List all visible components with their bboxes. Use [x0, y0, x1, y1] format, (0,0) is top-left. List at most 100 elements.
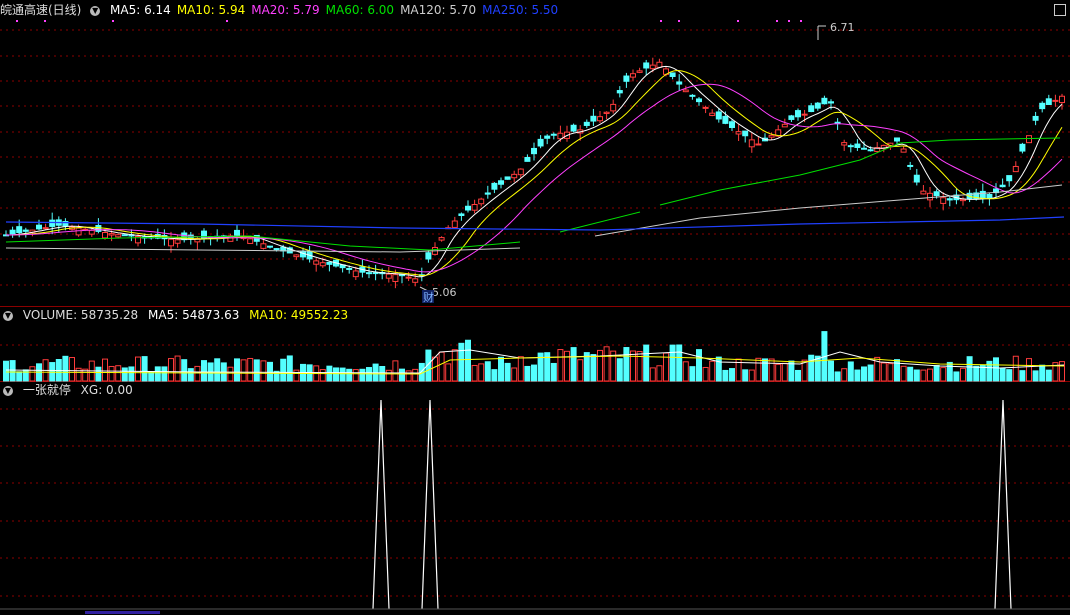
- volume-bar: [399, 368, 405, 382]
- candle-body: [181, 232, 188, 241]
- volume-bar: [590, 354, 597, 382]
- candle-body: [174, 239, 181, 244]
- indicator-legend: ▼ 一张就停 XG: 0.00: [0, 382, 139, 398]
- candle-body: [636, 70, 643, 73]
- volume-bar: [201, 360, 207, 382]
- candle-body: [326, 261, 333, 265]
- volume-bar: [352, 369, 359, 382]
- candle-body: [748, 139, 755, 148]
- volume-bar: [940, 367, 947, 382]
- ma-label-2: MA20: 5.79: [251, 3, 320, 17]
- low-annotation: 5.06: [432, 286, 457, 299]
- volume-bar: [742, 369, 749, 382]
- candle-body: [22, 229, 29, 232]
- indicator-menu-icon[interactable]: ▼: [3, 385, 13, 396]
- volume-bar: [907, 366, 914, 382]
- candle-body: [372, 272, 379, 275]
- low-marker-line: [419, 286, 431, 293]
- volume-bar: [392, 360, 399, 382]
- volume-bar: [517, 356, 524, 382]
- price-legend: 皖通高速(日线) ▼ MA5: 6.14 MA10: 5.94 MA20: 5.79…: [0, 2, 570, 18]
- volume-bar: [498, 356, 504, 382]
- xg-spike: [372, 399, 390, 610]
- volume-bar: [22, 369, 29, 382]
- candle-body: [346, 267, 353, 270]
- volume-ma5: MA5: 54873.63: [148, 308, 240, 322]
- volume-bar: [583, 352, 590, 382]
- candle-body: [498, 180, 504, 185]
- volume-bar: [577, 359, 584, 382]
- volume-bar: [220, 362, 227, 382]
- volume-bar: [603, 346, 610, 382]
- volume-ma10: MA10: 49552.23: [249, 308, 349, 322]
- volume-bar: [768, 358, 775, 382]
- volume-bar: [333, 367, 339, 382]
- candle-body: [722, 115, 729, 124]
- volume-bar: [656, 365, 663, 382]
- volume-bar: [715, 356, 722, 382]
- volume-bar: [1045, 369, 1052, 382]
- volume-bar: [643, 344, 650, 382]
- candle-body: [788, 115, 795, 120]
- candle-body: [709, 112, 716, 116]
- volume-bar: [920, 369, 927, 382]
- candle-body: [286, 247, 293, 254]
- candle-body: [597, 116, 603, 122]
- candle-body: [663, 68, 669, 75]
- volume-bar: [1026, 358, 1032, 382]
- volume-bar: [478, 363, 485, 382]
- volume-bar: [75, 367, 82, 382]
- signal-dot: [16, 20, 18, 22]
- candle-body: [102, 232, 108, 239]
- candle-body: [768, 134, 775, 138]
- candle-body: [392, 274, 399, 283]
- finance-marker-box: [422, 290, 434, 303]
- volume-bar: [828, 360, 834, 382]
- candle-body: [940, 197, 947, 204]
- ma5-line: [5, 65, 1063, 278]
- volume-bar: [649, 367, 656, 382]
- candle-body: [247, 238, 254, 244]
- volume-ma10-line: [5, 355, 1065, 375]
- candle-body: [458, 213, 465, 217]
- stock-title: 皖通高速(日线): [0, 3, 82, 17]
- volume-bar: [616, 358, 623, 382]
- volume-bar: [1039, 364, 1046, 382]
- volume-indicator-divider: [0, 381, 1070, 382]
- volume-bar: [1012, 355, 1019, 382]
- maximize-icon[interactable]: [1054, 4, 1066, 16]
- volume-bar: [286, 355, 293, 382]
- candle-body: [141, 236, 148, 239]
- high-annotation: 6.71: [830, 21, 855, 34]
- candle-body: [168, 238, 174, 247]
- volume-bar: [722, 369, 729, 382]
- volume-bar: [174, 355, 181, 382]
- ma-label-1: MA10: 5.94: [176, 3, 246, 17]
- volume-menu-icon[interactable]: ▼: [3, 310, 13, 321]
- candle-body: [108, 233, 115, 236]
- volume-bar: [979, 364, 986, 382]
- volume-bar: [900, 365, 907, 382]
- candle-body: [544, 135, 551, 139]
- candle-body: [82, 228, 89, 231]
- volume-bar: [946, 361, 953, 382]
- volume-bar: [484, 361, 491, 382]
- price-menu-icon[interactable]: ▼: [90, 5, 101, 16]
- volume-bar: [121, 367, 128, 382]
- candle-body: [432, 247, 438, 255]
- volume-bar: [432, 356, 438, 382]
- candle-body: [682, 89, 689, 93]
- candle-body: [366, 272, 372, 275]
- candle-body: [616, 90, 623, 94]
- volume-bar: [999, 367, 1006, 382]
- candle-body: [352, 270, 359, 278]
- volume-bar: [537, 352, 544, 382]
- candle-body: [42, 227, 49, 230]
- volume-bar: [729, 368, 735, 382]
- volume-bar: [451, 349, 458, 382]
- candle-body: [405, 276, 412, 279]
- volume-bar: [154, 366, 161, 382]
- candle-body: [583, 121, 590, 126]
- volume-bar: [854, 369, 861, 382]
- candle-body: [227, 235, 234, 242]
